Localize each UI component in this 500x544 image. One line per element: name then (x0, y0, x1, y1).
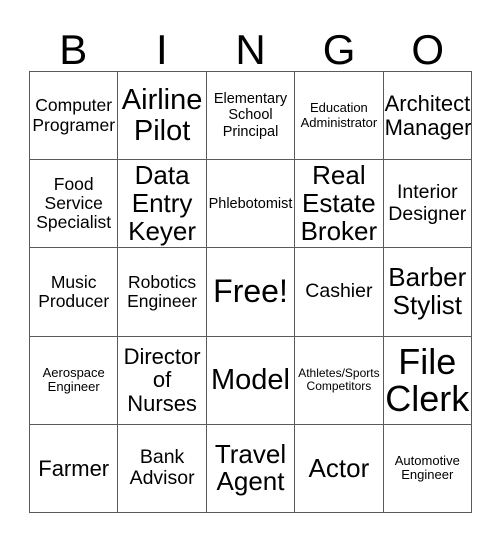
bingo-cell[interactable]: Education Administrator (295, 72, 384, 161)
bingo-header-letter-g: G (322, 26, 356, 73)
bingo-cell[interactable]: Phlebotomist (206, 160, 296, 249)
bingo-cell-label: Model (210, 364, 290, 397)
bingo-cell-label: Phlebotomist (208, 195, 293, 212)
bingo-cell[interactable]: Architect Manager (383, 72, 472, 161)
bingo-cell-label: Interior Designer (388, 181, 467, 225)
bingo-cell-label: Airline Pilot (121, 84, 203, 147)
bingo-header-letter-o: O (411, 26, 444, 73)
bingo-cell[interactable]: Director of Nurses (118, 336, 207, 425)
bingo-cell[interactable]: Food Service Specialist (30, 160, 119, 249)
bingo-header-row: B I N G O (29, 16, 472, 71)
bingo-cell-label: Automotive Engineer (394, 452, 460, 483)
bingo-cell-label: Director of Nurses (123, 343, 201, 417)
bingo-cell-label: Education Administrator (300, 100, 378, 130)
bingo-cell-label: File Clerk (385, 340, 470, 420)
bingo-cell-label: Architect Manager (384, 90, 472, 140)
bingo-cell[interactable]: File Clerk (383, 336, 472, 425)
bingo-cell-label: Real Estate Broker (300, 160, 378, 246)
bingo-cell[interactable]: Bank Advisor (118, 424, 207, 513)
bingo-cell-label: Computer Programer (32, 95, 116, 135)
bingo-cell[interactable]: Computer Programer (30, 72, 119, 161)
bingo-grid: Computer Programer Airline Pilot Elementar… (29, 71, 472, 513)
bingo-cell[interactable]: Travel Agent (206, 424, 296, 513)
bingo-cell-label: Athletes/Sports Competitors (298, 365, 380, 394)
bingo-cell[interactable]: Actor (295, 424, 384, 513)
bingo-cell-label: Actor (308, 452, 370, 483)
bingo-cell[interactable]: Model (206, 336, 296, 425)
bingo-cell-label: Music Producer (38, 271, 110, 311)
bingo-free-space[interactable]: Free! (206, 248, 296, 337)
bingo-cell-label: Aerospace Engineer (42, 364, 105, 395)
bingo-cell[interactable]: Robotics Engineer (118, 248, 207, 337)
bingo-cell-label: Data Entry Keyer (128, 160, 197, 246)
bingo-cell-label: Robotics Engineer (127, 271, 198, 311)
bingo-header-letter-i: I (156, 26, 168, 73)
bingo-cell-label: Food Service Specialist (36, 173, 112, 233)
bingo-cell-label: Barber Stylist (388, 262, 467, 320)
bingo-header-letter-n: N (235, 26, 266, 73)
bingo-cell[interactable]: Elementary School Principal (206, 72, 296, 161)
bingo-cell[interactable]: Data Entry Keyer (118, 160, 207, 249)
bingo-cell[interactable]: Barber Stylist (383, 248, 472, 337)
bingo-cell-label: Cashier (305, 280, 373, 303)
bingo-cell[interactable]: Automotive Engineer (383, 424, 472, 513)
bingo-cell-label: Travel Agent (214, 438, 287, 497)
bingo-cell-label: Elementary School Principal (213, 91, 288, 140)
bingo-cell[interactable]: Real Estate Broker (295, 160, 384, 249)
bingo-cell-label: Free! (213, 273, 288, 310)
bingo-cell[interactable]: Aerospace Engineer (30, 336, 119, 425)
bingo-cell[interactable]: Music Producer (30, 248, 119, 337)
bingo-cell[interactable]: Farmer (30, 424, 119, 513)
bingo-cell[interactable]: Interior Designer (383, 160, 472, 249)
bingo-header-letter-b: B (59, 26, 88, 73)
bingo-cell[interactable]: Cashier (295, 248, 384, 337)
bingo-cell[interactable]: Athletes/Sports Competitors (295, 336, 384, 425)
bingo-cell[interactable]: Airline Pilot (118, 72, 207, 161)
bingo-cell-label: Bank Advisor (129, 445, 195, 490)
bingo-card: B I N G O Computer Programer Airline Pilo… (0, 0, 500, 544)
bingo-cell-label: Farmer (38, 455, 110, 481)
